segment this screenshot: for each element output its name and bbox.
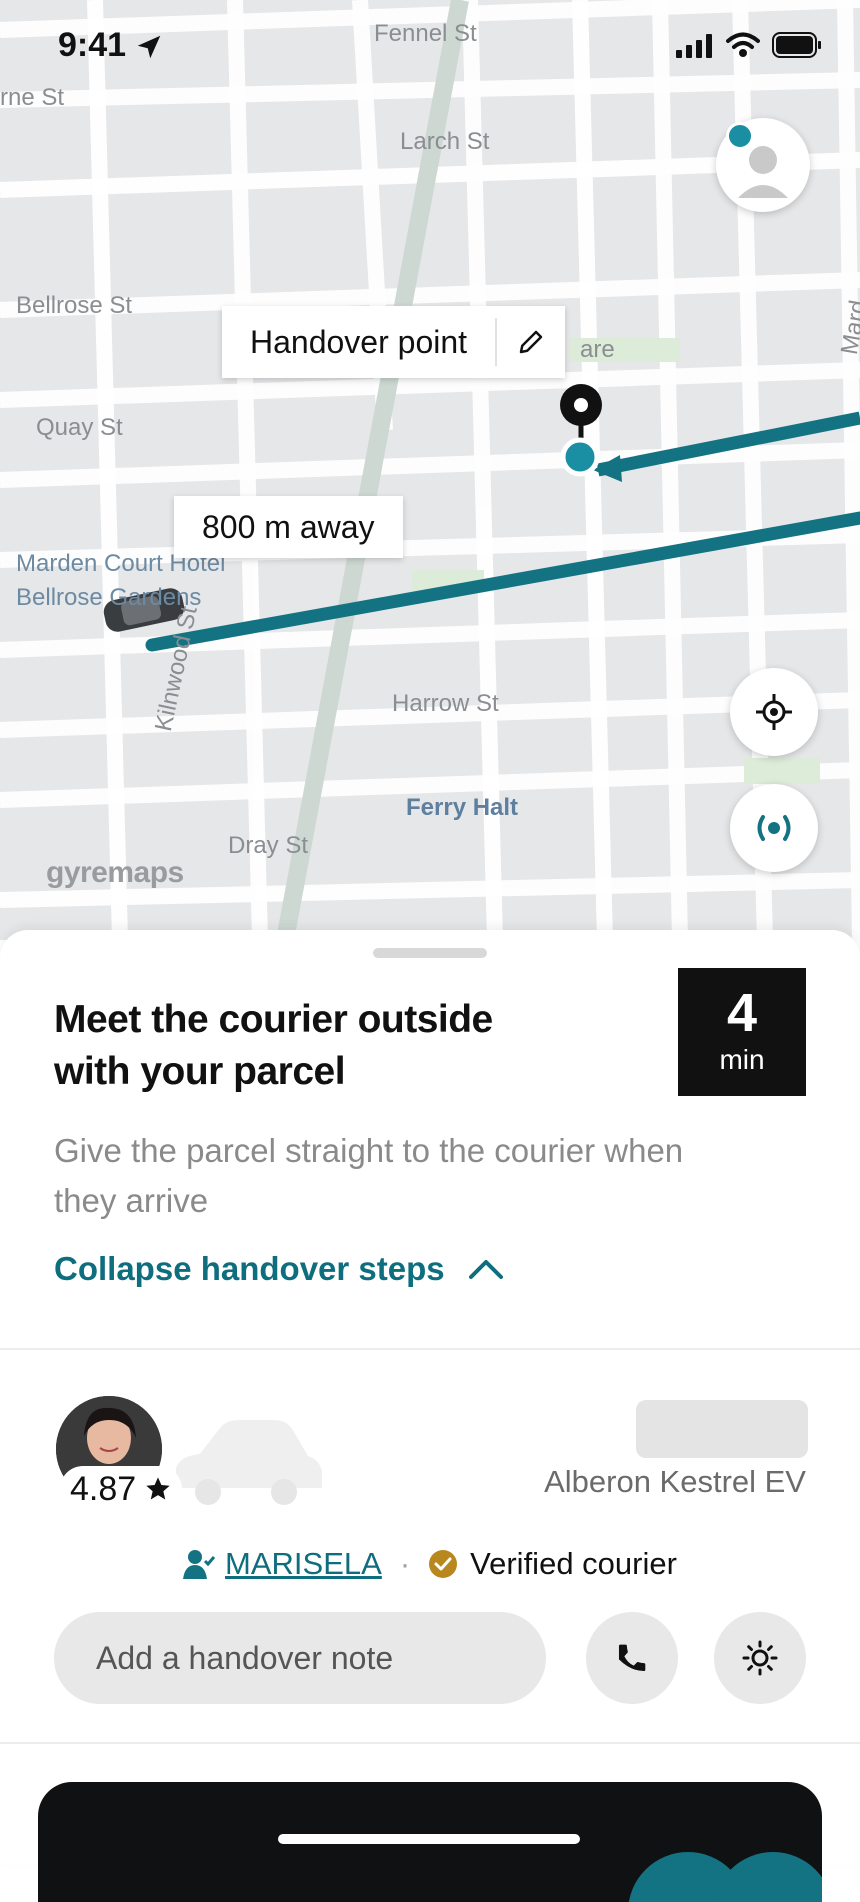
sheet-grabber[interactable] xyxy=(373,948,487,958)
section-divider xyxy=(0,1742,860,1744)
broadcast-button[interactable] xyxy=(730,784,818,872)
vehicle-name: Alberon Kestrel EV xyxy=(544,1464,806,1499)
courier-name-link[interactable]: MARISELA xyxy=(225,1546,382,1582)
handover-point-label: Handover point xyxy=(250,323,468,360)
phone-icon xyxy=(618,1644,646,1672)
courier-rating: 4.87 xyxy=(60,1466,183,1512)
rating-value: 4.87 xyxy=(70,1469,137,1508)
collapse-steps-label: Collapse handover steps xyxy=(54,1250,445,1287)
brightness-icon xyxy=(742,1640,778,1676)
separator-dot: · xyxy=(399,1546,411,1581)
settings-button[interactable] xyxy=(714,1612,806,1704)
eta-value: 4 xyxy=(726,983,758,1043)
star-icon xyxy=(146,1477,170,1500)
status-bar: 9:41 xyxy=(0,0,860,96)
handover-note-input[interactable]: Add a handover note xyxy=(54,1612,546,1704)
eta-box: 4 min xyxy=(678,968,806,1096)
location-arrow-icon xyxy=(137,35,161,59)
notification-dot xyxy=(726,122,754,150)
section-divider xyxy=(0,1348,860,1350)
sheet-title-line1: Meet the courier outside xyxy=(54,998,493,1041)
chevron-up-icon xyxy=(468,1260,503,1279)
eta-unit: min xyxy=(719,1044,765,1075)
sheet-subtitle: Give the parcel straight to the courier … xyxy=(54,1132,684,1219)
home-indicator[interactable] xyxy=(278,1834,580,1844)
wifi-icon xyxy=(726,32,760,57)
handover-note-placeholder: Add a handover note xyxy=(96,1639,394,1676)
battery-icon xyxy=(772,32,821,58)
cellular-signal-icon xyxy=(676,34,712,58)
vehicle-illustration xyxy=(176,1420,322,1505)
street-label: Dray St xyxy=(228,832,309,859)
poi-label: Bellrose Gardens xyxy=(16,584,202,611)
license-plate xyxy=(636,1400,808,1458)
edit-pencil-icon[interactable] xyxy=(497,327,565,357)
distance-bubble: 800 m away xyxy=(174,496,403,558)
street-label: Quay St xyxy=(36,414,123,441)
profile-button[interactable] xyxy=(716,118,810,212)
station-label: Ferry Halt xyxy=(406,794,519,821)
trip-sheet[interactable]: Meet the courier outside with your parce… xyxy=(0,930,860,1902)
street-label: Bellrose St xyxy=(16,292,133,319)
locate-me-button[interactable] xyxy=(730,668,818,756)
sheet-title-line2: with your parcel xyxy=(54,1050,346,1093)
verified-badge-icon xyxy=(429,1550,458,1578)
call-button[interactable] xyxy=(586,1612,678,1704)
handover-point-bubble[interactable]: Handover point xyxy=(222,306,566,378)
map-view[interactable]: Fennel St rne St Larch St Bellrose St Qu… xyxy=(0,0,860,940)
locate-me-icon xyxy=(756,694,792,730)
collapse-steps-button[interactable]: Collapse handover steps xyxy=(54,1250,505,1288)
broadcast-icon xyxy=(757,815,791,841)
poi-label: are xyxy=(580,336,615,363)
street-label: Larch St xyxy=(400,128,490,155)
verified-label: Verified courier xyxy=(470,1546,677,1581)
status-time: 9:41 xyxy=(58,26,127,64)
map-watermark: gyremaps xyxy=(46,856,184,889)
courier-info-row: MARISELA · Verified courier xyxy=(0,1546,860,1582)
street-label: Harrow St xyxy=(392,690,499,717)
sheet-title: Meet the courier outside with your parce… xyxy=(54,994,594,1098)
person-check-icon xyxy=(183,1550,216,1579)
